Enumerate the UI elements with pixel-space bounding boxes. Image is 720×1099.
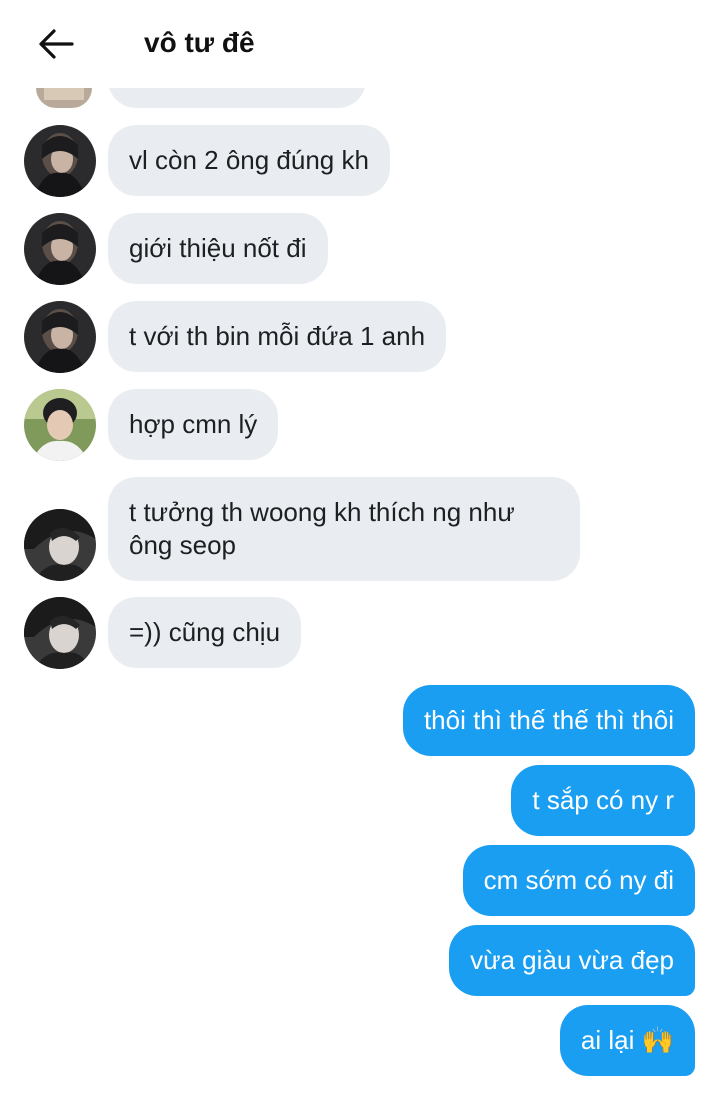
message-text: t với th bin mỗi đứa 1 anh <box>129 321 426 351</box>
message-list[interactable]: vl còn 2 ông đúng kh giới thiệu nốt đi t… <box>0 0 720 1099</box>
message-text: giới thiệu nốt đi <box>129 233 307 263</box>
message-text: cm sớm có ny đi <box>483 865 674 895</box>
page-title: vô tư đê <box>144 27 255 58</box>
message-text: ai lại 🙌 <box>580 1025 674 1055</box>
avatar[interactable] <box>24 125 96 197</box>
back-button[interactable] <box>32 22 80 66</box>
message-bubble-sent[interactable]: vừa giàu vừa đẹp <box>449 925 695 996</box>
avatar-dark-hood-icon <box>24 125 96 197</box>
avatar[interactable] <box>24 301 96 373</box>
message-text: t sắp có ny r <box>532 785 674 815</box>
message-bubble[interactable]: hợp cmn lý <box>108 389 279 460</box>
message-text: =)) cũng chịu <box>129 617 281 647</box>
avatar <box>36 88 92 108</box>
message-bubble-sent[interactable]: cm sớm có ny đi <box>462 845 695 916</box>
message-text: hợp cmn lý <box>129 409 258 439</box>
message-bubble[interactable]: giới thiệu nốt đi <box>108 213 328 284</box>
message-bubble[interactable]: =)) cũng chịu <box>108 597 302 668</box>
avatar[interactable] <box>24 389 96 461</box>
message-bubble-sent[interactable]: ai lại 🙌 <box>559 1005 695 1076</box>
avatar-dark-hood-icon <box>24 301 96 373</box>
chat-header: vô tư đê <box>0 0 720 88</box>
avatar-bw-portrait-icon <box>24 597 96 669</box>
message-text: t tưởng th woong kh thích ng như ông seo… <box>129 497 515 560</box>
avatar-bw-portrait-icon <box>24 509 96 581</box>
message-text: thôi thì thế thế thì thôi <box>423 705 674 735</box>
message-bubble-sent[interactable]: thôi thì thế thế thì thôi <box>402 685 695 756</box>
message-bubble[interactable]: t tưởng th woong kh thích ng như ông seo… <box>108 477 580 581</box>
avatar[interactable] <box>24 509 96 581</box>
message-bubble[interactable]: vl còn 2 ông đúng kh <box>108 125 390 196</box>
avatar[interactable] <box>24 213 96 285</box>
avatar[interactable] <box>24 597 96 669</box>
message-bubble[interactable]: t với th bin mỗi đứa 1 anh <box>108 301 447 372</box>
avatar-dark-hood-icon <box>24 213 96 285</box>
message-text: vl còn 2 ông đúng kh <box>129 145 369 175</box>
arrow-left-icon <box>39 29 74 59</box>
message-bubble-sent[interactable]: t sắp có ny r <box>511 765 695 836</box>
avatar-boy-outdoor-icon <box>24 389 96 461</box>
message-text: vừa giàu vừa đẹp <box>470 945 674 975</box>
